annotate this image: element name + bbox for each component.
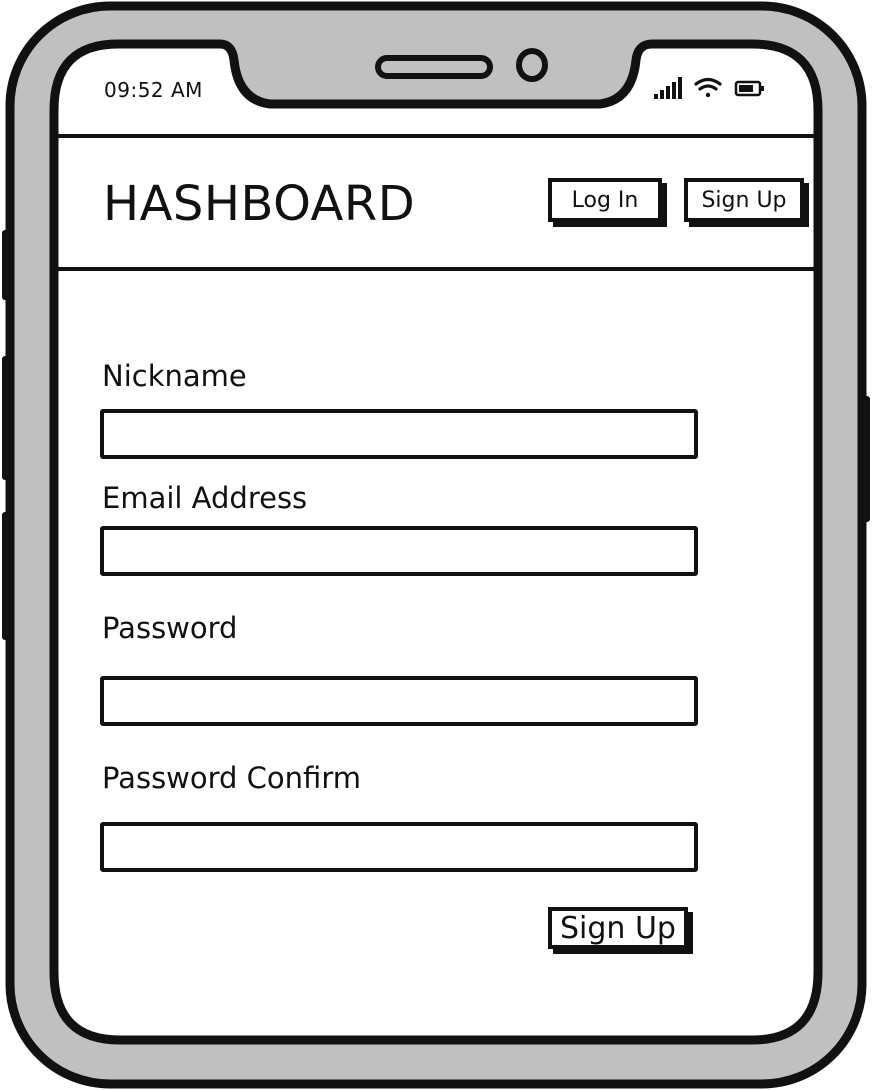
status-icons	[654, 77, 764, 99]
status-time: 09:52 AM	[104, 78, 203, 102]
brand-title: HASHBOARD	[103, 176, 416, 232]
header-signup-button[interactable]: Sign Up	[684, 178, 804, 222]
password-input[interactable]	[100, 676, 698, 726]
email-label: Email Address	[102, 481, 308, 515]
battery-icon	[734, 80, 764, 97]
signup-submit-button[interactable]: Sign Up	[548, 907, 688, 949]
email-input[interactable]	[100, 526, 698, 576]
wifi-icon	[694, 77, 722, 98]
password-label: Password	[102, 611, 238, 645]
password-confirm-input[interactable]	[100, 822, 698, 872]
login-button[interactable]: Log In	[548, 178, 662, 222]
cellular-signal-icon	[654, 77, 682, 99]
password-confirm-label: Password Confirm	[102, 761, 361, 795]
nickname-input[interactable]	[100, 409, 698, 459]
nickname-label: Nickname	[102, 359, 247, 393]
